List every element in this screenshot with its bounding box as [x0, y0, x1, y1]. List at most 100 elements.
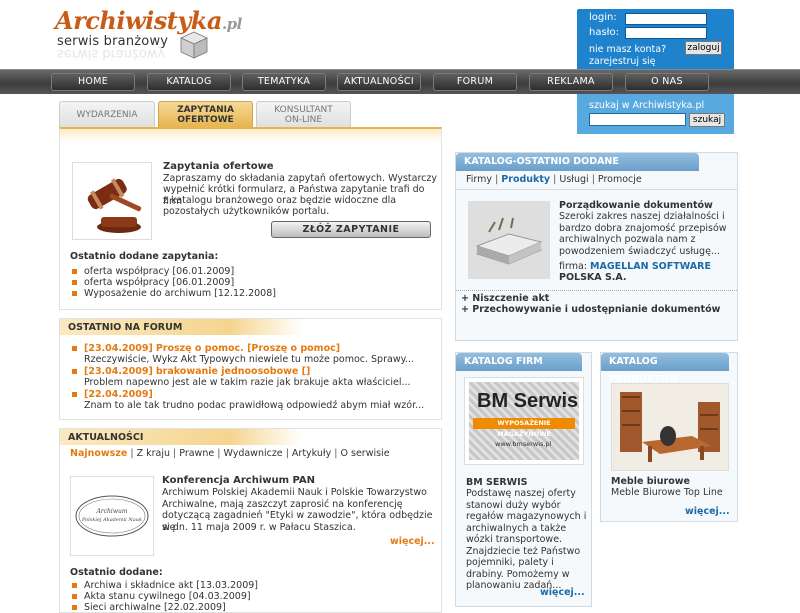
products-title: KATALOG PRODUKTÓW [601, 353, 729, 385]
gavel-icon [87, 178, 142, 233]
gavel-image [72, 162, 152, 240]
firm-desc-line: pojemniki, palety i [466, 557, 554, 568]
catalog-link-niszczenie[interactable]: + Niszczenie akt [461, 293, 549, 305]
recent-inquiries-title: Ostatnio dodane zapytania: [70, 251, 219, 262]
submit-inquiry-button[interactable]: ZŁÓŻ ZAPYTANIE [271, 221, 431, 238]
nav-forum[interactable]: FORUM [433, 73, 517, 91]
news-article-text-1: Archiwum Polskiej Akademii Nauk i Polski… [162, 487, 427, 498]
site-logo[interactable]: Archiwistyka.pl serwis branżowy serwis b… [55, 6, 242, 62]
tab-zapytania[interactable]: ZAPYTANIA OFERTOWE [158, 101, 253, 127]
login-box: login: hasło: nie masz konta? zarejestru… [577, 9, 734, 77]
register-link[interactable]: zarejestruj się [589, 56, 666, 68]
filter-wydawnicze[interactable]: Wydawnicze [223, 448, 282, 459]
forum-post-excerpt: Znam to ale tak trudno podac prawidłową … [84, 400, 425, 411]
firm-link-2[interactable]: POLSKA S.A. [559, 272, 627, 284]
forum-post-title[interactable]: [23.04.2009] brakowanie jednoosobowe [] [72, 366, 310, 377]
filter-prawne[interactable]: Prawne [179, 448, 214, 459]
filter-artykuly[interactable]: Artykuły [292, 448, 331, 459]
tab-konsultant[interactable]: KONSULTANT ON-LINE [256, 101, 351, 127]
filter-z-kraju[interactable]: Z kraju [137, 448, 170, 459]
svg-text:Archiwum: Archiwum [95, 508, 127, 515]
catalog-recent-title: KATALOG-OSTATNIO DODANE [456, 153, 699, 171]
login-button[interactable]: zaloguj [685, 41, 722, 55]
catalog-item-title[interactable]: Porządkowanie dokumentów [559, 200, 713, 212]
search-input[interactable] [589, 113, 686, 126]
document-stack-icon [469, 202, 549, 278]
bm-serwis-url: www.bmserwis.pl [495, 440, 552, 448]
password-input[interactable] [625, 27, 707, 39]
inquiry-item[interactable]: oferta współpracy [06.01.2009] [72, 277, 234, 288]
news-more-link[interactable]: więcej... [390, 536, 435, 547]
firms-panel: KATALOG FIRM BM Serwis WYPOSAŻENIE MAGAZ… [455, 352, 592, 607]
products-panel: KATALOG PRODUKTÓW Meble biurowe Meble Bi… [600, 352, 738, 522]
nav-tematyka[interactable]: TEMATYKA [242, 73, 326, 91]
box-stack-icon [180, 31, 208, 59]
forum-post-title[interactable]: [22.04.2009] [72, 389, 153, 400]
bm-serwis-wordmark: BM Serwis [477, 390, 579, 412]
firm-desc-line: wózki transportowe. [466, 534, 563, 545]
catalog-recent-filters: Firmy | Produkty | Usługi | Promocje [466, 174, 642, 185]
login-input[interactable] [625, 13, 707, 25]
logo-wordmark: Archiwistyka.pl [55, 6, 242, 35]
search-button[interactable]: szukaj [689, 113, 725, 127]
nav-aktualnosci[interactable]: AKTUALNOŚCI [337, 73, 421, 91]
forum-panel: OSTATNIO NA FORUM [23.04.2009] Proszę o … [59, 318, 442, 420]
filter-promocje[interactable]: Promocje [598, 174, 642, 185]
password-label: hasło: [589, 27, 620, 38]
inquiries-title[interactable]: Zapytania ofertowe [163, 161, 274, 173]
nav-onas[interactable]: O NAS [625, 73, 709, 91]
catalog-link-przechowywanie[interactable]: + Przechowywanie i udostępnianie dokumen… [461, 304, 720, 316]
forum-post-title[interactable]: [23.04.2009] Proszę o pomoc. [Proszę o p… [72, 343, 340, 354]
catalog-item-text-3: archiwalnych pozwala nam z [559, 234, 696, 245]
nav-katalog[interactable]: KATALOG [147, 73, 231, 91]
catalog-item-text-4: powodzeniem świadczyć usługę... [559, 245, 720, 257]
firm-desc-line: regałów magazynowych i [466, 511, 587, 522]
product-name[interactable]: Meble biurowe [611, 476, 690, 488]
search-box: szukaj w Archiwistyka.pl szukaj [577, 94, 734, 134]
archive-seal-logo: Archiwum Polskiej Akademii Nauk [75, 495, 149, 537]
furniture-icon [612, 384, 728, 470]
catalog-item-firm: firma: MAGELLAN SOFTWARE [559, 261, 711, 272]
firms-title: KATALOG FIRM [456, 353, 582, 371]
news-panel: AKTUALNOŚCI Najnowsze | Z kraju | Prawne… [59, 428, 442, 613]
firms-more-link[interactable]: więcej... [540, 587, 585, 598]
news-article-text-2: Archiwalne, mają zaszczyt zaprosić na ko… [162, 498, 403, 510]
filter-produkty[interactable]: Produkty [501, 174, 550, 185]
news-item[interactable]: Archiwa i składnice akt [13.03.2009] [72, 580, 258, 591]
forum-post-excerpt: Problem napewno jest ale w takim razie j… [84, 377, 411, 388]
news-filters: Najnowsze | Z kraju | Prawne | Wydawnicz… [70, 448, 390, 459]
bm-serwis-logo[interactable]: BM Serwis WYPOSAŻENIE MAGAZYNOWE www.bms… [464, 377, 584, 465]
forum-title: OSTATNIO NA FORUM [60, 319, 302, 335]
bm-serwis-subline: WYPOSAŻENIE MAGAZYNOWE [473, 418, 575, 438]
news-item[interactable]: Akta stanu cywilnego [04.03.2009] [72, 591, 251, 602]
catalog-recent-panel: KATALOG-OSTATNIO DODANE Firmy | Produkty… [455, 152, 738, 341]
inquiry-item[interactable]: oferta współpracy [06.01.2009] [72, 266, 234, 277]
product-sub: Meble Biurowe Top Line [611, 487, 723, 498]
no-account-text: nie masz konta? [589, 44, 667, 55]
catalog-item-text-1: Szeroki zakres naszej działalności i [559, 211, 725, 222]
firm-desc-line: Znajdziecie też Państwo [466, 545, 581, 557]
documents-image [468, 201, 550, 279]
firm-desc-line: archiwalnych a także [466, 522, 567, 534]
news-item[interactable]: Sieci archiwalne [22.02.2009] [72, 602, 226, 613]
nav-home[interactable]: HOME [51, 73, 135, 91]
firm-link[interactable]: MAGELLAN SOFTWARE [590, 261, 711, 272]
forum-post-excerpt: Rzeczywiście, Wykz Akt Typowych niewiele… [84, 354, 414, 365]
products-more-link[interactable]: więcej... [685, 506, 730, 517]
recent-news-title: Ostatnio dodane: [70, 567, 163, 578]
news-image: Archiwum Polskiej Akademii Nauk [70, 476, 154, 556]
office-furniture-image[interactable] [611, 383, 729, 471]
firm-desc-line: stanowi duży wybór [466, 499, 561, 511]
nav-reklama[interactable]: REKLAMA [529, 73, 613, 91]
inquiries-text-4: pozostałych użytkowników portalu. [163, 206, 330, 217]
main-nav: HOME KATALOG TEMATYKA AKTUALNOŚCI FORUM … [0, 69, 800, 94]
firm-name[interactable]: BM SERWIS [466, 477, 528, 489]
tab-wydarzenia[interactable]: WYDARZENIA [59, 101, 155, 127]
firm-desc-line: drabiny. Pomożemy w [466, 568, 570, 580]
news-article-title[interactable]: Konferencja Archiwum PAN [162, 475, 315, 487]
filter-o-serwisie[interactable]: O serwisie [341, 448, 390, 459]
filter-uslugi[interactable]: Usługi [559, 174, 588, 185]
inquiry-item[interactable]: Wyposażenie do archiwum [12.12.2008] [72, 288, 276, 299]
filter-firmy[interactable]: Firmy [466, 174, 492, 185]
filter-najnowsze[interactable]: Najnowsze [70, 448, 127, 459]
